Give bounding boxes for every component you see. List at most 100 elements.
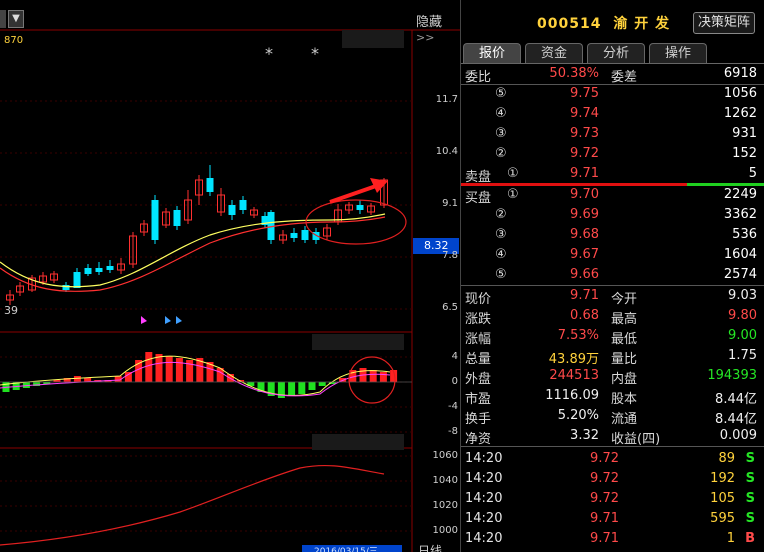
chart-dropdown-button[interactable]: ▼: [8, 10, 24, 28]
hide-button[interactable]: 隐藏>>: [416, 11, 460, 45]
macd-histogram: [0, 352, 412, 398]
stock-name: 渝 开 发: [613, 16, 671, 32]
stat-label: 股本: [611, 392, 638, 407]
bid-level: ④: [495, 247, 507, 262]
period-label[interactable]: 日线: [418, 542, 442, 552]
trade-row: 14:20 9.71 1 B: [461, 529, 764, 549]
bid-level-row[interactable]: ④ 9.67 1604: [461, 245, 764, 265]
ask-price: 9.72: [570, 146, 599, 161]
trade-price: 9.72: [590, 471, 619, 486]
axis-tick-label: 7.8: [442, 250, 458, 261]
stat-value: 0.009: [719, 428, 757, 443]
bid-level: ①: [507, 187, 519, 202]
ask-level-row[interactable]: ④ 9.74 1262: [461, 104, 764, 124]
axis-tick-label: 10.4: [435, 146, 458, 157]
stat-value: 9.03: [728, 288, 757, 303]
macd-bar: [318, 382, 326, 386]
stats-row: 涨幅 7.53% 最低 9.00: [461, 326, 764, 347]
bid-level: ②: [495, 207, 507, 222]
bid-label: 买盘: [465, 191, 492, 206]
stat-label: 市盈: [465, 392, 492, 407]
candle-body: [95, 268, 103, 272]
trade-price: 9.72: [590, 491, 619, 506]
tab-analysis[interactable]: 分析: [587, 43, 645, 64]
trade-time: 14:20: [465, 471, 503, 486]
ask-level-row[interactable]: ⑤ 9.75 1056: [461, 84, 764, 104]
stat-value: 5.20%: [557, 408, 599, 423]
stat-value: 9.80: [728, 308, 757, 323]
axis-tick-label: 1000: [432, 525, 458, 536]
trade-row: 14:20 9.71 595 S: [461, 509, 764, 529]
bid-level: ③: [495, 227, 507, 242]
macd-bar: [308, 382, 316, 390]
bid-level-row[interactable]: ③ 9.68 536: [461, 225, 764, 245]
ask-volume: 5: [748, 166, 757, 181]
ask-volume: 152: [732, 146, 757, 161]
tab-quote[interactable]: 报价: [463, 43, 521, 64]
stats-row: 外盘 244513 内盘 194393: [461, 366, 764, 387]
kline-chart-pane[interactable]: ▼ 870 隐藏>> * * 39 8.32 11.7 10.4 9.1 7.8 6.5…: [0, 0, 460, 552]
axis-tick-label: 1020: [432, 500, 458, 511]
trade-row: 14:20 9.72 89 S: [461, 449, 764, 469]
ask-level-row[interactable]: 卖盘 ① 9.71 5: [461, 164, 764, 185]
bid-level: ⑤: [495, 267, 507, 282]
stat-value: 1116.09: [545, 388, 599, 403]
macd-bar: [165, 356, 173, 382]
low-price-label: 39: [4, 304, 18, 317]
ask-level-row[interactable]: ③ 9.73 931: [461, 124, 764, 144]
axis-tick-label: 1060: [432, 450, 458, 461]
trade-time: 14:20: [465, 531, 503, 546]
trade-volume: 595: [710, 511, 735, 526]
bid-level-row[interactable]: ② 9.69 3362: [461, 205, 764, 225]
candle-body: [356, 205, 364, 210]
candle-body: [290, 233, 298, 238]
macd-bar: [288, 382, 296, 396]
signal-marker: [176, 316, 182, 324]
trade-time: 14:20: [465, 491, 503, 506]
bid-level-row[interactable]: 买盘 ① 9.70 2249: [461, 185, 764, 206]
bid-level-row[interactable]: ⑤ 9.66 2574: [461, 265, 764, 285]
macd-bar: [155, 354, 163, 382]
star-marker: *: [265, 44, 273, 63]
candle-body: [239, 200, 247, 210]
ma-legend-label: 870: [4, 35, 24, 46]
candle-body: [106, 266, 114, 270]
bid-volume: 1604: [723, 247, 757, 262]
ask-price: 9.74: [570, 106, 599, 121]
axis-tick-label: 4: [451, 351, 458, 362]
stats-row: 净资 3.32 收益(四) 0.009: [461, 426, 764, 447]
ask-volume: 1056: [723, 86, 757, 101]
tab-funds[interactable]: 资金: [525, 43, 583, 64]
macd-bar: [379, 372, 387, 382]
axis-tick-label: 0: [451, 376, 458, 387]
macd-bar: [369, 370, 377, 382]
candle-body: [228, 205, 236, 215]
macd-dif-line: [0, 355, 391, 397]
trade-price: 9.71: [590, 511, 619, 526]
stat-label: 涨跌: [465, 312, 492, 327]
candle-body: [206, 178, 214, 192]
axis-tick-label: 11.7: [435, 94, 458, 105]
bid-price: 9.66: [570, 267, 599, 282]
candle-body: [62, 285, 70, 290]
star-marker: *: [311, 44, 319, 63]
candle-body: [84, 268, 92, 274]
stats-row: 现价 9.71 今开 9.03: [461, 286, 764, 307]
ask-level: ⑤: [495, 86, 507, 101]
signal-marker: [141, 316, 147, 324]
quote-tabs: 报价 资金 分析 操作: [463, 43, 763, 65]
stat-value: 8.44亿: [715, 392, 757, 407]
stat-value: 1.75: [728, 348, 757, 363]
tab-operation[interactable]: 操作: [649, 43, 707, 64]
ask-level: ③: [495, 126, 507, 141]
macd-bar: [145, 352, 153, 382]
volume-line: [0, 464, 385, 546]
ask-level-row[interactable]: ② 9.72 152: [461, 144, 764, 164]
axis-tick-label: 6.5: [442, 302, 458, 313]
stat-value: 9.00: [728, 328, 757, 343]
chart-menu-stub[interactable]: [0, 10, 6, 28]
kline-chart[interactable]: [0, 0, 460, 552]
decision-matrix-button[interactable]: 决策矩阵: [693, 12, 755, 34]
redacted-block: [342, 30, 404, 48]
ask-volume: 1262: [723, 106, 757, 121]
